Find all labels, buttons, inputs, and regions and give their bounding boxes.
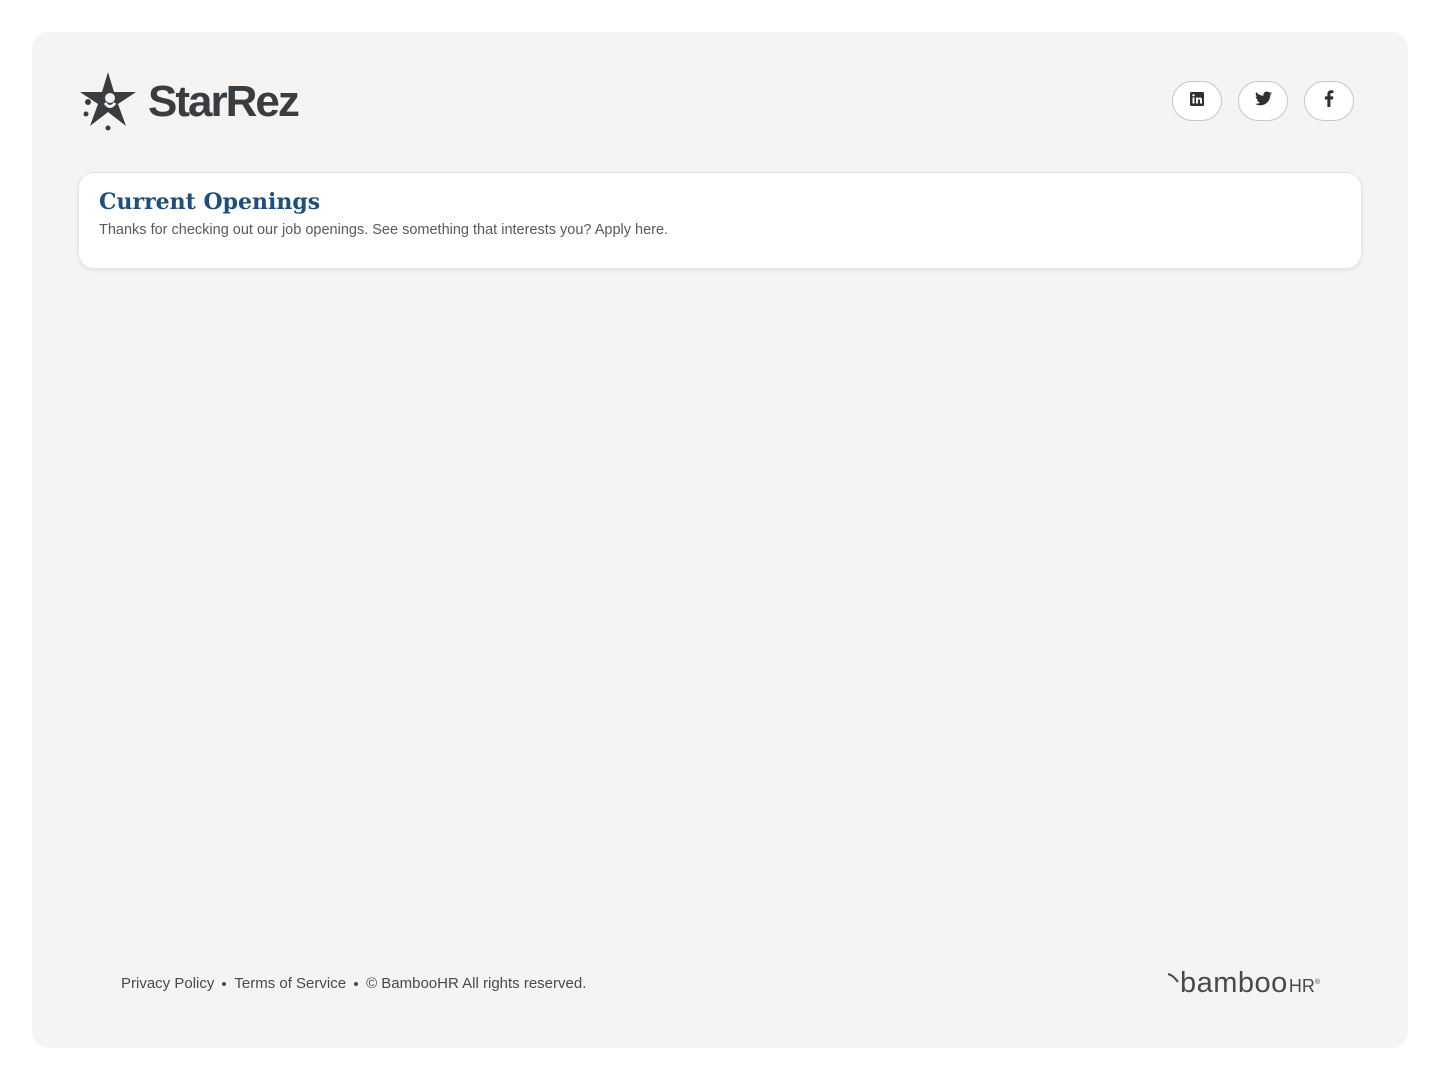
- bamboohr-logo-reg: ®: [1314, 979, 1320, 986]
- bamboohr-logo-hr: HR: [1288, 976, 1315, 996]
- company-logo[interactable]: StarRez: [78, 70, 300, 134]
- facebook-icon: [1324, 90, 1334, 112]
- bamboohr-logo[interactable]: bamboo HR ®: [1167, 968, 1320, 998]
- footer-links: Privacy Policy Terms of Service © Bamboo…: [121, 972, 586, 996]
- footer: Privacy Policy Terms of Service © Bamboo…: [121, 968, 1320, 1002]
- bamboo-leaf-icon: [1167, 970, 1179, 988]
- page-frame: StarRez Current Openings Thanks for chec…: [32, 32, 1408, 1048]
- openings-subtitle: Thanks for checking out our job openings…: [99, 222, 669, 238]
- separator-dot: [222, 982, 227, 986]
- terms-of-service-link[interactable]: Terms of Service: [234, 972, 346, 996]
- starrez-star-icon: [78, 70, 142, 134]
- copyright-text: © BambooHR All rights reserved.: [366, 975, 587, 992]
- twitter-button[interactable]: [1238, 81, 1288, 121]
- header: StarRez: [78, 70, 1354, 134]
- separator-dot: [354, 982, 359, 986]
- company-name: StarRez: [148, 77, 300, 126]
- openings-title: Current Openings: [99, 189, 321, 215]
- linkedin-icon: [1189, 91, 1205, 112]
- bamboohr-logo-main: bamboo: [1180, 967, 1288, 999]
- linkedin-button[interactable]: [1172, 81, 1222, 121]
- twitter-icon: [1254, 91, 1272, 111]
- facebook-button[interactable]: [1304, 81, 1354, 121]
- openings-card: Current Openings Thanks for checking out…: [78, 172, 1362, 269]
- privacy-policy-link[interactable]: Privacy Policy: [121, 972, 214, 996]
- social-links: [1172, 81, 1354, 121]
